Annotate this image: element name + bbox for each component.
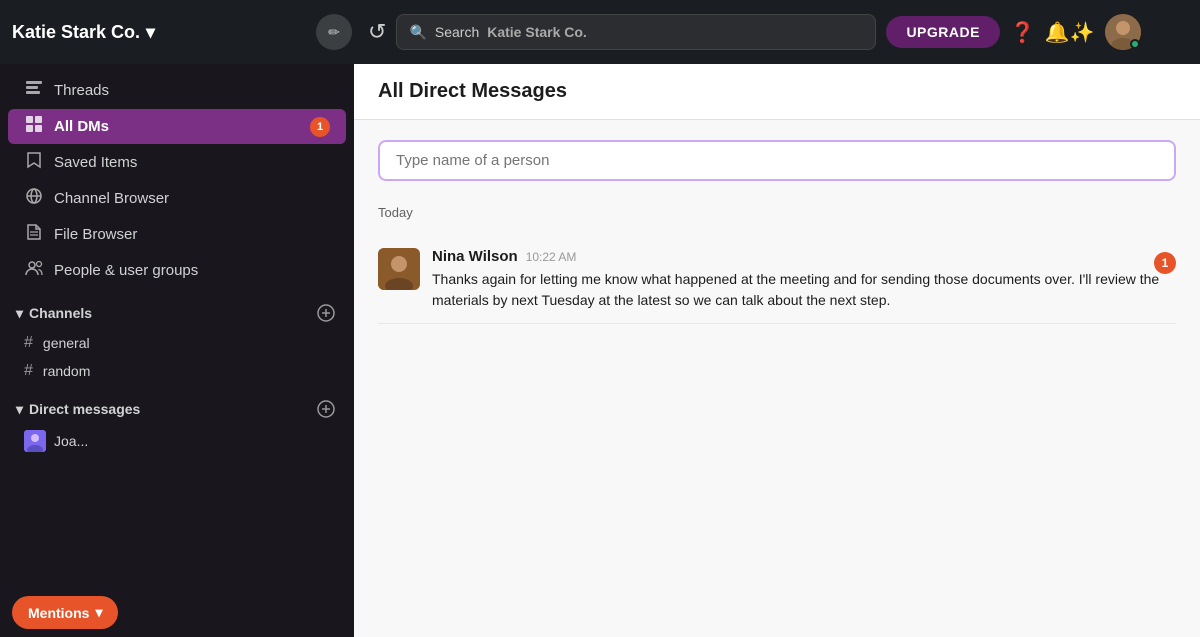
mentions-label: Mentions [28,605,89,621]
history-button[interactable]: ↺ [368,19,386,45]
file-browser-icon [24,223,44,246]
message-time: 10:22 AM [526,250,577,264]
help-button[interactable]: ❓ [1010,20,1035,45]
file-browser-label: File Browser [54,226,137,243]
channel-general[interactable]: # general [8,330,346,356]
message-text: Thanks again for letting me know what ha… [432,269,1176,311]
online-indicator [1130,39,1140,49]
channels-chevron: ▾ [16,305,23,322]
message-header: Nina Wilson 10:22 AM [432,248,1176,265]
hash-icon: # [24,362,33,380]
bell-icon: 🔔✨ [1045,20,1095,45]
all-dms-label: All DMs [54,118,109,135]
channels-section-header[interactable]: ▾ Channels [0,289,354,329]
direct-messages-section-header[interactable]: ▾ Direct messages [0,385,354,425]
sidebar-bottom: Mentions ▾ [0,457,354,637]
threads-icon [24,79,44,102]
search-workspace-hint: Katie Stark Co. [487,24,587,40]
dm-joa-avatar [24,430,46,452]
sidebar: Threads All DMs 1 [0,64,354,637]
sidebar-item-threads[interactable]: Threads [8,73,346,108]
workspace-label: Katie Stark Co. [12,22,140,43]
panel-body: Today Nina Wilson 10:22 AM Thanks again [354,120,1200,637]
person-search-input[interactable] [396,152,1158,169]
people-icon [24,259,44,282]
people-label: People & user groups [54,262,198,279]
saved-items-icon [24,151,44,174]
direct-messages-chevron: ▾ [16,401,23,418]
search-bar[interactable]: 🔍 Search Katie Stark Co. [396,14,876,50]
user-avatar-button[interactable] [1105,14,1141,50]
channel-random[interactable]: # random [8,358,346,384]
search-label: Search [435,24,479,40]
threads-label: Threads [54,82,109,99]
help-icon: ❓ [1010,20,1035,45]
mentions-button[interactable]: Mentions ▾ [12,596,118,629]
sidebar-item-saved-items[interactable]: Saved Items [8,145,346,180]
sidebar-item-file-browser[interactable]: File Browser [8,217,346,252]
edit-icon: ✏ [328,24,340,41]
panel-header: All Direct Messages [354,64,1200,120]
notifications-button[interactable]: 🔔✨ [1045,20,1095,45]
message-author: Nina Wilson [432,248,518,265]
page-title: All Direct Messages [378,80,1176,103]
sidebar-item-channel-browser[interactable]: Channel Browser [8,181,346,216]
saved-items-label: Saved Items [54,154,137,171]
main-panel: All Direct Messages Today [354,64,1200,637]
all-dms-icon [24,115,44,138]
channel-browser-label: Channel Browser [54,190,169,207]
add-dm-button[interactable] [314,397,338,421]
sidebar-item-people[interactable]: People & user groups [8,253,346,288]
dm-joa-label: Joa... [54,433,88,449]
workspace-area: Katie Stark Co. ▾ ✏ [12,14,352,50]
all-dms-badge: 1 [310,117,330,137]
mentions-chevron: ▾ [95,604,102,621]
sidebar-item-all-dms[interactable]: All DMs 1 [8,109,346,144]
add-channel-button[interactable] [314,301,338,325]
history-icon: ↺ [368,19,386,45]
upgrade-label: UPGRADE [906,24,980,40]
date-label: Today [378,205,1176,220]
message-item: Nina Wilson 10:22 AM Thanks again for le… [378,236,1176,324]
message-badge: 1 [1154,252,1176,274]
channel-general-label: general [43,335,90,351]
channels-section-label: Channels [29,305,92,321]
dm-joa[interactable]: Joa... [8,426,346,456]
direct-messages-label: Direct messages [29,401,140,417]
upgrade-button[interactable]: UPGRADE [886,16,1000,48]
main-content: Threads All DMs 1 [0,64,1200,637]
edit-workspace-button[interactable]: ✏ [316,14,352,50]
person-search-container[interactable] [378,140,1176,181]
channel-random-label: random [43,363,90,379]
workspace-name-button[interactable]: Katie Stark Co. ▾ [12,22,155,43]
channel-browser-icon [24,187,44,210]
message-content: Nina Wilson 10:22 AM Thanks again for le… [432,248,1176,311]
hash-icon: # [24,334,33,352]
message-avatar [378,248,420,290]
header-right: ↺ 🔍 Search Katie Stark Co. UPGRADE ❓ 🔔✨ [360,14,1188,50]
top-header: Katie Stark Co. ▾ ✏ ↺ 🔍 Search Katie Sta… [0,0,1200,64]
search-icon: 🔍 [409,24,426,41]
workspace-chevron: ▾ [146,22,155,43]
